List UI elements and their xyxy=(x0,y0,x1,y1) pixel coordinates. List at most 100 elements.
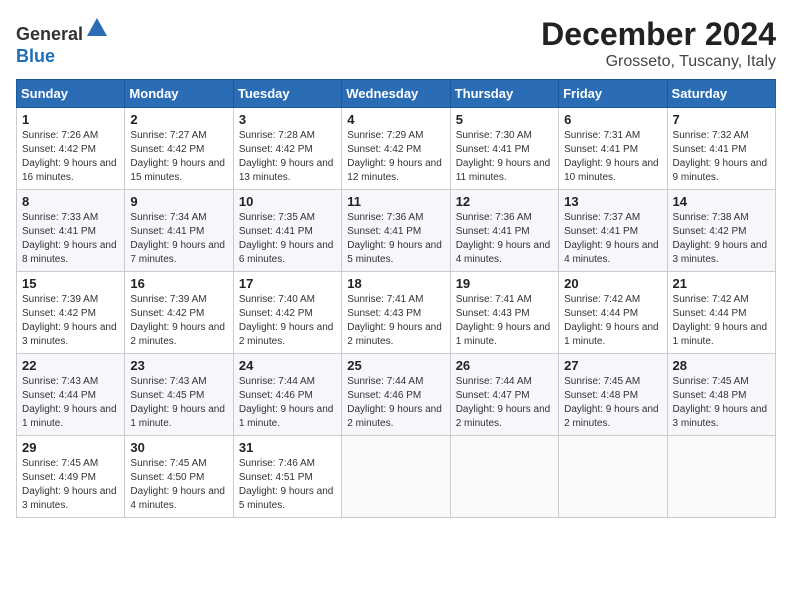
day-number: 6 xyxy=(564,112,661,127)
day-info: Sunrise: 7:39 AMSunset: 4:42 PMDaylight:… xyxy=(130,293,227,349)
day-number: 24 xyxy=(239,358,336,373)
day-info: Sunrise: 7:36 AMSunset: 4:41 PMDaylight:… xyxy=(456,211,553,267)
day-info: Sunrise: 7:42 AMSunset: 4:44 PMDaylight:… xyxy=(564,293,661,349)
day-info: Sunrise: 7:43 AMSunset: 4:45 PMDaylight:… xyxy=(130,375,227,431)
calendar-day-cell: 25Sunrise: 7:44 AMSunset: 4:46 PMDayligh… xyxy=(342,354,450,436)
day-info: Sunrise: 7:28 AMSunset: 4:42 PMDaylight:… xyxy=(239,129,336,185)
calendar-day-cell: 7 Sunrise: 7:32 AMSunset: 4:41 PMDaylight… xyxy=(667,108,775,190)
calendar-day-cell: 20Sunrise: 7:42 AMSunset: 4:44 PMDayligh… xyxy=(559,272,667,354)
day-number: 23 xyxy=(130,358,227,373)
calendar-day-cell: 27Sunrise: 7:45 AMSunset: 4:48 PMDayligh… xyxy=(559,354,667,436)
day-info: Sunrise: 7:31 AMSunset: 4:41 PMDaylight:… xyxy=(564,129,661,185)
day-info: Sunrise: 7:39 AMSunset: 4:42 PMDaylight:… xyxy=(22,293,119,349)
day-info: Sunrise: 7:34 AMSunset: 4:41 PMDaylight:… xyxy=(130,211,227,267)
calendar-table: SundayMondayTuesdayWednesdayThursdayFrid… xyxy=(16,79,776,518)
day-info: Sunrise: 7:41 AMSunset: 4:43 PMDaylight:… xyxy=(347,293,444,349)
calendar-day-cell: 30 Sunrise: 7:45 AMSunset: 4:50 PMDayligh… xyxy=(125,436,233,518)
calendar-header-row: SundayMondayTuesdayWednesdayThursdayFrid… xyxy=(17,80,776,108)
calendar-day-header: Tuesday xyxy=(233,80,341,108)
day-info: Sunrise: 7:45 AMSunset: 4:50 PMDaylight:… xyxy=(130,457,227,513)
calendar-day-header: Saturday xyxy=(667,80,775,108)
day-number: 7 xyxy=(673,112,770,127)
day-info: Sunrise: 7:46 AMSunset: 4:51 PMDaylight:… xyxy=(239,457,336,513)
day-info: Sunrise: 7:26 AMSunset: 4:42 PMDaylight:… xyxy=(22,129,119,185)
page-header: General Blue December 2024 Grosseto, Tus… xyxy=(16,16,776,71)
calendar-week-row: 1 Sunrise: 7:26 AMSunset: 4:42 PMDaylight… xyxy=(17,108,776,190)
calendar-day-cell: 13 Sunrise: 7:37 AMSunset: 4:41 PMDayligh… xyxy=(559,190,667,272)
day-info: Sunrise: 7:41 AMSunset: 4:43 PMDaylight:… xyxy=(456,293,553,349)
logo-blue: Blue xyxy=(16,46,55,66)
day-number: 13 xyxy=(564,194,661,209)
day-number: 10 xyxy=(239,194,336,209)
calendar-day-header: Sunday xyxy=(17,80,125,108)
calendar-day-header: Monday xyxy=(125,80,233,108)
day-info: Sunrise: 7:32 AMSunset: 4:41 PMDaylight:… xyxy=(673,129,770,185)
calendar-day-cell: 14 Sunrise: 7:38 AMSunset: 4:42 PMDayligh… xyxy=(667,190,775,272)
calendar-day-cell: 17Sunrise: 7:40 AMSunset: 4:42 PMDayligh… xyxy=(233,272,341,354)
calendar-day-cell: 22Sunrise: 7:43 AMSunset: 4:44 PMDayligh… xyxy=(17,354,125,436)
calendar-day-cell xyxy=(667,436,775,518)
day-info: Sunrise: 7:43 AMSunset: 4:44 PMDaylight:… xyxy=(22,375,119,431)
calendar-day-header: Thursday xyxy=(450,80,558,108)
day-number: 29 xyxy=(22,440,119,455)
calendar-day-cell: 3Sunrise: 7:28 AMSunset: 4:42 PMDaylight… xyxy=(233,108,341,190)
month-title: December 2024 xyxy=(541,16,776,53)
calendar-week-row: 15 Sunrise: 7:39 AMSunset: 4:42 PMDayligh… xyxy=(17,272,776,354)
day-number: 15 xyxy=(22,276,119,291)
calendar-day-cell: 24Sunrise: 7:44 AMSunset: 4:46 PMDayligh… xyxy=(233,354,341,436)
calendar-week-row: 22Sunrise: 7:43 AMSunset: 4:44 PMDayligh… xyxy=(17,354,776,436)
day-number: 21 xyxy=(673,276,770,291)
day-info: Sunrise: 7:37 AMSunset: 4:41 PMDaylight:… xyxy=(564,211,661,267)
calendar-week-row: 8 Sunrise: 7:33 AMSunset: 4:41 PMDaylight… xyxy=(17,190,776,272)
day-number: 25 xyxy=(347,358,444,373)
day-number: 12 xyxy=(456,194,553,209)
calendar-day-cell: 6 Sunrise: 7:31 AMSunset: 4:41 PMDaylight… xyxy=(559,108,667,190)
calendar-day-cell: 15 Sunrise: 7:39 AMSunset: 4:42 PMDayligh… xyxy=(17,272,125,354)
calendar-day-cell xyxy=(342,436,450,518)
calendar-day-cell: 19 Sunrise: 7:41 AMSunset: 4:43 PMDayligh… xyxy=(450,272,558,354)
day-info: Sunrise: 7:35 AMSunset: 4:41 PMDaylight:… xyxy=(239,211,336,267)
calendar-day-cell: 18 Sunrise: 7:41 AMSunset: 4:43 PMDayligh… xyxy=(342,272,450,354)
day-info: Sunrise: 7:30 AMSunset: 4:41 PMDaylight:… xyxy=(456,129,553,185)
day-number: 14 xyxy=(673,194,770,209)
day-info: Sunrise: 7:29 AMSunset: 4:42 PMDaylight:… xyxy=(347,129,444,185)
calendar-day-header: Wednesday xyxy=(342,80,450,108)
day-info: Sunrise: 7:45 AMSunset: 4:49 PMDaylight:… xyxy=(22,457,119,513)
day-info: Sunrise: 7:33 AMSunset: 4:41 PMDaylight:… xyxy=(22,211,119,267)
calendar-day-cell: 31 Sunrise: 7:46 AMSunset: 4:51 PMDayligh… xyxy=(233,436,341,518)
calendar-day-cell: 28 Sunrise: 7:45 AMSunset: 4:48 PMDayligh… xyxy=(667,354,775,436)
location: Grosseto, Tuscany, Italy xyxy=(541,53,776,71)
calendar-day-header: Friday xyxy=(559,80,667,108)
calendar-day-cell: 16 Sunrise: 7:39 AMSunset: 4:42 PMDayligh… xyxy=(125,272,233,354)
calendar-day-cell: 9 Sunrise: 7:34 AMSunset: 4:41 PMDaylight… xyxy=(125,190,233,272)
calendar-day-cell: 12 Sunrise: 7:36 AMSunset: 4:41 PMDayligh… xyxy=(450,190,558,272)
day-number: 8 xyxy=(22,194,119,209)
day-number: 11 xyxy=(347,194,444,209)
day-number: 28 xyxy=(673,358,770,373)
day-info: Sunrise: 7:40 AMSunset: 4:42 PMDaylight:… xyxy=(239,293,336,349)
calendar-day-cell: 21 Sunrise: 7:42 AMSunset: 4:44 PMDayligh… xyxy=(667,272,775,354)
day-number: 5 xyxy=(456,112,553,127)
day-info: Sunrise: 7:36 AMSunset: 4:41 PMDaylight:… xyxy=(347,211,444,267)
logo-icon xyxy=(85,16,109,40)
calendar-week-row: 29 Sunrise: 7:45 AMSunset: 4:49 PMDayligh… xyxy=(17,436,776,518)
day-info: Sunrise: 7:42 AMSunset: 4:44 PMDaylight:… xyxy=(673,293,770,349)
day-info: Sunrise: 7:45 AMSunset: 4:48 PMDaylight:… xyxy=(673,375,770,431)
day-info: Sunrise: 7:38 AMSunset: 4:42 PMDaylight:… xyxy=(673,211,770,267)
calendar-day-cell: 2Sunrise: 7:27 AMSunset: 4:42 PMDaylight… xyxy=(125,108,233,190)
title-block: December 2024 Grosseto, Tuscany, Italy xyxy=(541,16,776,71)
logo: General Blue xyxy=(16,16,109,67)
day-number: 31 xyxy=(239,440,336,455)
day-number: 2 xyxy=(130,112,227,127)
day-number: 30 xyxy=(130,440,227,455)
day-number: 16 xyxy=(130,276,227,291)
day-number: 4 xyxy=(347,112,444,127)
day-number: 26 xyxy=(456,358,553,373)
calendar-day-cell: 1 Sunrise: 7:26 AMSunset: 4:42 PMDaylight… xyxy=(17,108,125,190)
day-number: 19 xyxy=(456,276,553,291)
calendar-day-cell: 23 Sunrise: 7:43 AMSunset: 4:45 PMDayligh… xyxy=(125,354,233,436)
day-number: 1 xyxy=(22,112,119,127)
day-number: 18 xyxy=(347,276,444,291)
day-number: 27 xyxy=(564,358,661,373)
day-number: 9 xyxy=(130,194,227,209)
